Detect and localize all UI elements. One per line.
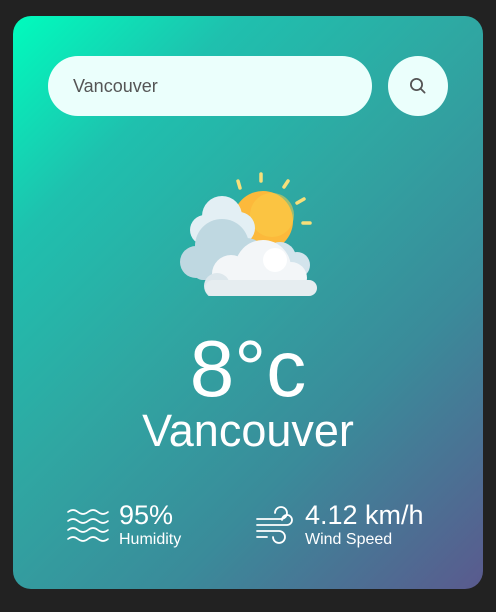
humidity-value: 95% — [119, 500, 174, 530]
search-input[interactable] — [48, 56, 372, 116]
search-button[interactable] — [388, 56, 448, 116]
temperature: 8°c — [189, 324, 307, 413]
weather-card: 8°c Vancouver 95% Humidity — [13, 16, 483, 589]
humidity-icon — [67, 506, 109, 544]
wind-detail: 4.12 km/h Wind Speed — [255, 500, 424, 550]
city-name: Vancouver — [142, 405, 354, 456]
wind-text: 4.12 km/h Wind Speed — [305, 500, 424, 550]
wind-icon — [255, 505, 295, 545]
wind-value: 4.12 km/h — [305, 500, 424, 530]
wind-label: Wind Speed — [305, 531, 393, 548]
search-icon — [410, 78, 426, 94]
humidity-label: Humidity — [119, 531, 182, 548]
humidity-detail: 95% Humidity — [67, 500, 181, 550]
humidity-text: 95% Humidity — [119, 500, 181, 550]
partly-cloudy-icon — [180, 172, 317, 296]
